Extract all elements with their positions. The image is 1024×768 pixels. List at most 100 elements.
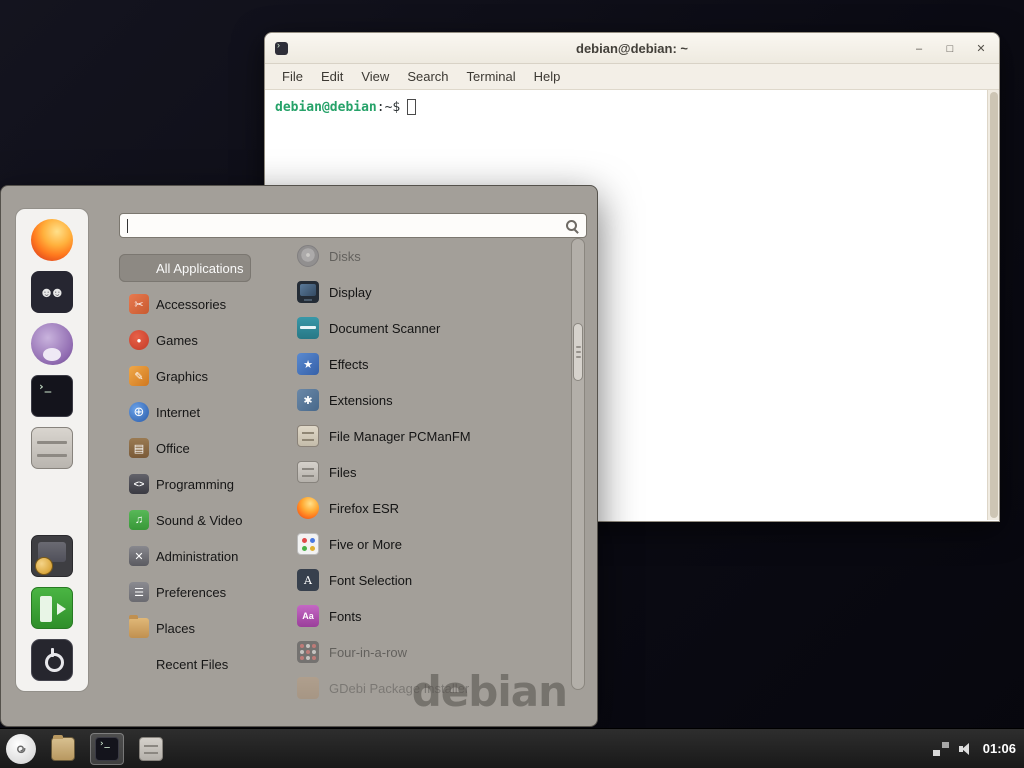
category-places[interactable]: Places: [119, 610, 251, 646]
clock[interactable]: 01:06: [983, 741, 1016, 756]
accessories-icon: ✂: [129, 294, 149, 314]
category-all-applications[interactable]: All Applications: [119, 254, 251, 282]
debian-watermark: debian: [412, 667, 567, 716]
app-document-scanner[interactable]: Document Scanner: [265, 310, 565, 346]
file-cabinet-icon: [139, 737, 163, 761]
terminal-title: debian@debian: ~: [576, 41, 688, 56]
app-effects[interactable]: ★ Effects: [265, 346, 565, 382]
file-manager-icon[interactable]: [31, 427, 73, 469]
terminal-scrollbar-thumb[interactable]: [990, 92, 998, 518]
menu-view[interactable]: View: [352, 66, 398, 87]
search-input[interactable]: [120, 214, 586, 237]
app-label: Display: [329, 285, 372, 300]
volume-icon[interactable]: [958, 742, 974, 756]
close-button[interactable]: ✕: [975, 42, 987, 55]
taskbar-terminal-button[interactable]: [90, 733, 124, 765]
administration-icon: ✕: [129, 546, 149, 566]
menu-edit[interactable]: Edit: [312, 66, 352, 87]
files-icon: [297, 461, 319, 483]
terminal-app-icon: [275, 42, 288, 55]
extensions-icon: ✱: [297, 389, 319, 411]
app-files[interactable]: Files: [265, 454, 565, 490]
app-label: Fonts: [329, 609, 362, 624]
app-label: Firefox ESR: [329, 501, 399, 516]
app-file-manager-pcmanfm[interactable]: File Manager PCManFM: [265, 418, 565, 454]
network-icon[interactable]: [933, 742, 949, 756]
display-icon: [297, 281, 319, 303]
app-label: Extensions: [329, 393, 393, 408]
window-controls: – □ ✕: [913, 33, 987, 64]
apps-scrollbar[interactable]: [571, 238, 585, 690]
terminal-titlebar[interactable]: debian@debian: ~ – □ ✕: [265, 33, 999, 64]
shut-down-icon[interactable]: [31, 639, 73, 681]
pidgin-icon[interactable]: [31, 323, 73, 365]
category-graphics[interactable]: ✎ Graphics: [119, 358, 251, 394]
app-five-or-more[interactable]: Five or More: [265, 526, 565, 562]
category-label: Sound & Video: [156, 513, 243, 528]
folder-icon: [51, 737, 75, 761]
firefox-icon[interactable]: [31, 219, 73, 261]
users-icon[interactable]: ☻☻: [31, 271, 73, 313]
category-label: All Applications: [156, 261, 243, 276]
app-disks[interactable]: Disks: [265, 238, 565, 274]
category-programming[interactable]: <> Programming: [119, 466, 251, 502]
lock-screen-icon[interactable]: [31, 535, 73, 577]
terminal-task-icon: [95, 737, 119, 761]
terminal-scrollbar[interactable]: [987, 90, 999, 520]
menu-search[interactable]: Search: [398, 66, 457, 87]
app-four-in-a-row[interactable]: Four-in-a-row: [265, 634, 565, 670]
app-label: Files: [329, 465, 356, 480]
app-display[interactable]: Display: [265, 274, 565, 310]
category-internet[interactable]: ⊕ Internet: [119, 394, 251, 430]
prompt-path: :~$: [377, 100, 400, 115]
system-tray: 01:06: [933, 741, 1024, 756]
terminal-glyph: ›_: [38, 380, 51, 393]
taskbar-files-button[interactable]: [134, 733, 168, 765]
menu-terminal[interactable]: Terminal: [458, 66, 525, 87]
app-fonts[interactable]: Aa Fonts: [265, 598, 565, 634]
games-icon: ●: [129, 330, 149, 350]
category-label: Games: [156, 333, 198, 348]
category-accessories[interactable]: ✂ Accessories: [119, 286, 251, 322]
preferences-icon: ☰: [129, 582, 149, 602]
app-label: Font Selection: [329, 573, 412, 588]
category-label: Preferences: [156, 585, 226, 600]
search-icon: [565, 219, 579, 233]
app-firefox-esr[interactable]: Firefox ESR: [265, 490, 565, 526]
internet-icon: ⊕: [129, 402, 149, 422]
debian-swirl-icon: [11, 739, 31, 759]
category-recent-files[interactable]: Recent Files: [119, 646, 251, 682]
apps-scrollbar-thumb[interactable]: [573, 323, 583, 381]
terminal-menubar: File Edit View Search Terminal Help: [265, 64, 999, 90]
font-selection-icon: A: [297, 569, 319, 591]
app-label: File Manager PCManFM: [329, 429, 471, 444]
app-extensions[interactable]: ✱ Extensions: [265, 382, 565, 418]
search-box[interactable]: [119, 213, 587, 238]
favorites-panel: ☻☻ ›_: [15, 208, 89, 692]
app-label: Disks: [329, 249, 361, 264]
prompt-user-host: debian@debian: [275, 100, 377, 115]
category-label: Programming: [156, 477, 234, 492]
category-sound-video[interactable]: ♫ Sound & Video: [119, 502, 251, 538]
taskbar-file-manager-button[interactable]: [46, 733, 80, 765]
terminal-launcher-icon[interactable]: ›_: [31, 375, 73, 417]
category-games[interactable]: ● Games: [119, 322, 251, 358]
category-label: Places: [156, 621, 195, 636]
category-administration[interactable]: ✕ Administration: [119, 538, 251, 574]
menu-help[interactable]: Help: [525, 66, 570, 87]
office-icon: ▤: [129, 438, 149, 458]
category-office[interactable]: ▤ Office: [119, 430, 251, 466]
app-label: Effects: [329, 357, 369, 372]
app-label: Five or More: [329, 537, 402, 552]
category-label: Graphics: [156, 369, 208, 384]
app-font-selection[interactable]: A Font Selection: [265, 562, 565, 598]
category-preferences[interactable]: ☰ Preferences: [119, 574, 251, 610]
category-label: Office: [156, 441, 190, 456]
minimize-button[interactable]: –: [913, 43, 925, 55]
log-out-icon[interactable]: [31, 587, 73, 629]
places-icon: [129, 618, 149, 638]
prompt-line: debian@debian:~$: [265, 90, 999, 124]
menu-button[interactable]: [6, 734, 36, 764]
maximize-button[interactable]: □: [944, 43, 956, 55]
menu-file[interactable]: File: [273, 66, 312, 87]
